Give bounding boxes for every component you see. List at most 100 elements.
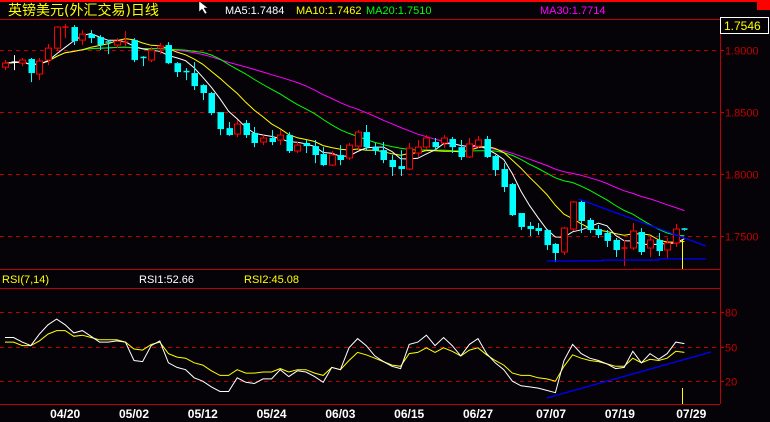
candle-body — [527, 225, 534, 230]
candle — [148, 47, 155, 63]
candle — [527, 221, 534, 236]
candle-body — [97, 37, 104, 46]
candle-body — [535, 228, 542, 232]
candle-body — [286, 135, 293, 152]
candle-body — [604, 233, 611, 241]
candle — [363, 125, 370, 151]
ma30-line — [4, 46, 685, 212]
candle-body — [337, 155, 344, 160]
candle-body — [131, 40, 138, 61]
window-corner-button[interactable] — [757, 0, 770, 10]
candle-body — [226, 128, 233, 136]
candle — [458, 140, 465, 160]
candle — [578, 200, 585, 234]
chart-canvas[interactable]: 英镑美元(外汇交易)日线 MA5:1.7484 MA10:1.7462 MA20… — [0, 0, 770, 422]
candle-body — [380, 150, 387, 160]
candle-body — [269, 138, 276, 143]
date-label: 07/29 — [676, 407, 706, 421]
candle — [303, 140, 310, 154]
candle — [346, 143, 353, 160]
candle-body — [148, 49, 155, 61]
price-tick-label: 1.8000 — [725, 170, 759, 182]
candle — [260, 135, 267, 146]
candle-body — [191, 73, 198, 87]
mouse-cursor-icon — [198, 0, 209, 15]
candle — [79, 30, 86, 46]
candle-body — [312, 146, 319, 156]
candle — [535, 222, 542, 236]
candle — [372, 143, 379, 156]
candle-body — [406, 147, 413, 170]
candle — [54, 26, 61, 52]
date-label: 06/27 — [463, 407, 493, 421]
price-tick-label: 1.7500 — [725, 232, 759, 244]
candle-body — [647, 239, 654, 249]
rsi-tick-label: 80 — [725, 308, 737, 320]
candle-body — [260, 137, 267, 143]
forex-chart-window: 英镑美元(外汇交易)日线 MA5:1.7484 MA10:1.7462 MA20… — [0, 0, 770, 422]
candle — [200, 84, 207, 101]
candle-body — [157, 45, 164, 49]
date-label: 07/07 — [536, 407, 566, 421]
candle-body — [656, 239, 663, 252]
candle-body — [423, 137, 430, 148]
candle — [389, 155, 396, 176]
candle — [355, 130, 362, 151]
candle-body — [518, 213, 525, 227]
candle-body — [587, 220, 594, 231]
candle-body — [561, 227, 568, 253]
current-price-value: 1.7546 — [724, 19, 761, 33]
price-tick-label: 1.9000 — [725, 46, 759, 58]
date-label: 04/20 — [50, 407, 80, 421]
candle — [509, 183, 516, 217]
rsi-indicator-name: RSI(7,14) — [2, 274, 49, 286]
candle-body — [217, 112, 224, 130]
candle-body — [363, 132, 370, 148]
candle-body — [664, 242, 671, 251]
candle-body — [165, 45, 172, 64]
candle — [286, 132, 293, 154]
candle — [638, 228, 645, 255]
candle — [19, 58, 26, 67]
candle — [251, 127, 258, 148]
candle — [11, 55, 18, 71]
candle — [88, 30, 95, 44]
candle — [226, 122, 233, 137]
candle — [208, 92, 215, 116]
candle-body — [294, 144, 301, 152]
candle — [544, 229, 551, 251]
candle-body — [415, 146, 422, 154]
candle — [415, 140, 422, 158]
candle-body — [45, 47, 52, 61]
candle — [441, 135, 448, 149]
candle-body — [346, 144, 353, 159]
candle-body — [372, 147, 379, 152]
candle — [131, 38, 138, 63]
candle-body — [475, 139, 482, 147]
rsi1-label: RSI1:52.66 — [139, 274, 194, 286]
date-label: 06/15 — [394, 407, 424, 421]
candle-body — [174, 63, 181, 73]
candle — [552, 242, 559, 263]
candle-body — [200, 85, 207, 94]
candle — [681, 228, 688, 232]
candle — [475, 136, 482, 149]
ma20-label: MA20:1.7510 — [366, 5, 431, 17]
candle-body — [398, 166, 405, 170]
candle-body — [492, 156, 499, 171]
ma30-label: MA30:1.7714 — [540, 5, 605, 17]
candle — [613, 237, 620, 257]
candle — [36, 58, 43, 81]
candle — [647, 236, 654, 257]
candle-body — [251, 133, 258, 143]
candle-body — [570, 201, 577, 230]
candle-body — [303, 143, 310, 147]
candle — [466, 138, 473, 159]
candle-body — [71, 27, 78, 42]
candle — [217, 112, 224, 136]
candle — [28, 58, 35, 83]
candlestick-plot — [2, 24, 707, 269]
candle-body — [638, 232, 645, 252]
candle — [398, 150, 405, 176]
candle — [277, 130, 284, 146]
